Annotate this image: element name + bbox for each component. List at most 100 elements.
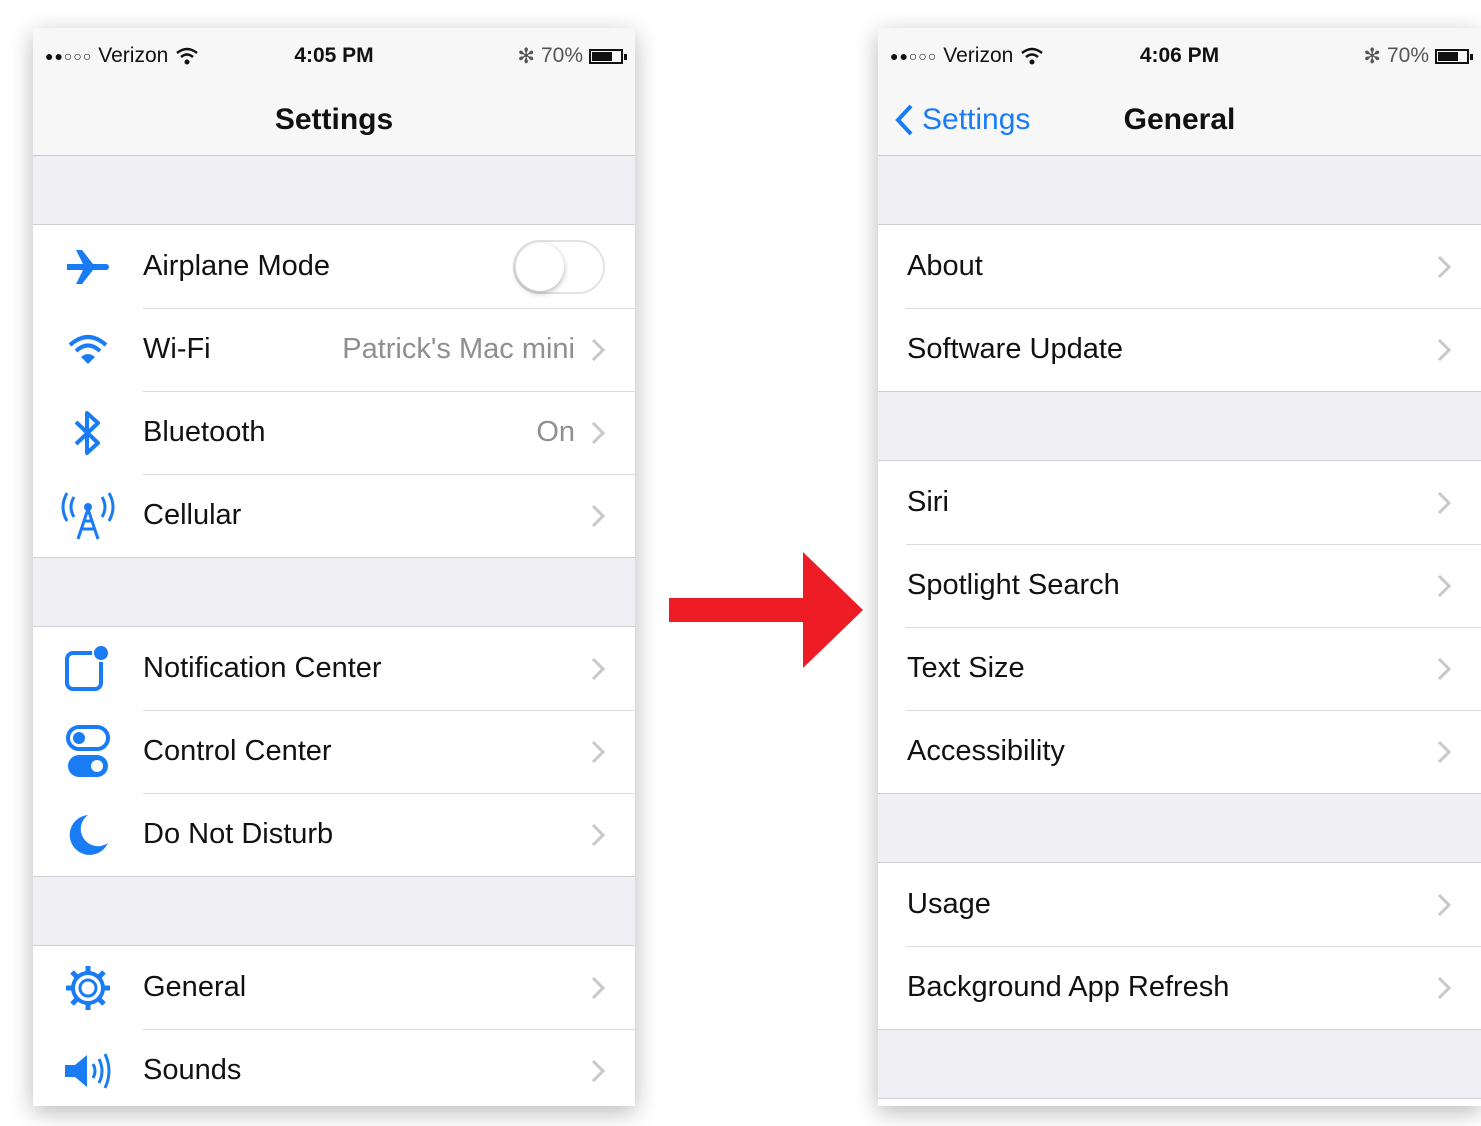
row-spotlight-search[interactable]: Spotlight Search — [878, 544, 1481, 627]
status-carrier-group: ●●○○○ Verizon — [45, 44, 200, 68]
status-bar: ●●○○○ Verizon 4:06 PM ✻ 70% — [878, 28, 1481, 84]
chevron-right-icon — [1437, 255, 1477, 279]
section-gap — [878, 156, 1481, 224]
row-do-not-disturb[interactable]: Do Not Disturb — [33, 793, 635, 876]
row-siri[interactable]: Siri — [878, 461, 1481, 544]
nav-bar: Settings — [33, 84, 635, 156]
row-software-update[interactable]: Software Update — [878, 308, 1481, 391]
row-label: Wi-Fi — [143, 333, 211, 365]
gear-icon — [33, 946, 143, 1029]
airplane-icon — [33, 225, 143, 308]
row-value: Patrick's Mac mini — [342, 333, 575, 365]
chevron-right-icon — [591, 1059, 631, 1083]
row-about[interactable]: About — [878, 225, 1481, 308]
toggle-knob — [516, 242, 564, 291]
row-label: Notification Center — [143, 652, 382, 684]
general-group-1: About Software Update — [878, 224, 1481, 392]
settings-group-connectivity: Airplane Mode Wi-Fi Patrick's Mac mini B… — [33, 224, 635, 558]
chevron-right-icon — [591, 421, 631, 445]
status-time: 4:05 PM — [294, 44, 374, 67]
chevron-right-icon — [591, 338, 631, 362]
chevron-right-icon — [1437, 893, 1477, 917]
row-cellular[interactable]: Cellular — [33, 474, 635, 557]
general-group-4-partial — [878, 1098, 1481, 1106]
general-group-3: Usage Background App Refresh — [878, 862, 1481, 1030]
row-general[interactable]: General — [33, 946, 635, 1029]
row-airplane-mode[interactable]: Airplane Mode — [33, 225, 635, 308]
chevron-right-icon — [1437, 976, 1477, 1000]
battery-icon — [1435, 48, 1473, 64]
wifi-icon — [33, 308, 143, 391]
chevron-right-icon — [1437, 574, 1477, 598]
battery-fill — [592, 51, 612, 61]
battery-icon — [589, 48, 627, 64]
wifi-status-icon — [1021, 47, 1044, 65]
nav-bar: Settings General — [878, 84, 1481, 156]
row-label: Do Not Disturb — [143, 818, 334, 850]
row-label: About — [907, 250, 983, 282]
row-label: Control Center — [143, 735, 332, 767]
chevron-right-icon — [591, 823, 631, 847]
page-title: General — [1123, 102, 1236, 136]
section-gap — [878, 392, 1481, 460]
airplane-mode-toggle[interactable] — [513, 239, 605, 294]
row-notification-center[interactable]: Notification Center — [33, 627, 635, 710]
back-button[interactable]: Settings — [894, 84, 1030, 156]
row-label: Siri — [907, 486, 949, 518]
speaker-icon — [33, 1029, 143, 1106]
row-sounds[interactable]: Sounds — [33, 1029, 635, 1106]
status-time: 4:06 PM — [1139, 44, 1220, 67]
row-bluetooth[interactable]: Bluetooth On — [33, 391, 635, 474]
chevron-right-icon — [591, 740, 631, 764]
section-gap — [33, 877, 635, 945]
carrier-name: Verizon — [943, 44, 1014, 67]
status-right-group: ✻ 70% — [1363, 44, 1473, 69]
settings-group-centers: Notification Center Control Center Do No… — [33, 626, 635, 877]
row-label: Usage — [907, 888, 991, 920]
navigation-arrow-icon — [665, 548, 865, 672]
bluetooth-status-icon: ✻ — [1363, 44, 1381, 68]
row-label: Bluetooth — [143, 416, 266, 448]
row-label: Software Update — [907, 333, 1124, 365]
row-value: On — [536, 416, 575, 448]
chevron-right-icon — [1437, 491, 1477, 515]
row-label: Background App Refresh — [907, 971, 1230, 1003]
chevron-right-icon — [1437, 338, 1477, 362]
row-background-app-refresh[interactable]: Background App Refresh — [878, 946, 1481, 1029]
chevron-right-icon — [591, 976, 631, 1000]
carrier-name: Verizon — [98, 44, 169, 67]
chevron-right-icon — [591, 504, 631, 528]
row-control-center[interactable]: Control Center — [33, 710, 635, 793]
chevron-right-icon — [1437, 657, 1477, 681]
row-label: Text Size — [907, 652, 1025, 684]
back-button-label: Settings — [922, 103, 1031, 136]
moon-icon — [33, 793, 143, 876]
cellular-icon — [33, 474, 143, 557]
row-wifi[interactable]: Wi-Fi Patrick's Mac mini — [33, 308, 635, 391]
control-center-icon — [33, 710, 143, 793]
section-gap — [33, 156, 635, 224]
settings-screen: ●●○○○ Verizon 4:05 PM ✻ 70% Settings Air… — [33, 28, 635, 1106]
bluetooth-status-icon: ✻ — [517, 44, 535, 68]
chevron-left-icon — [895, 104, 913, 136]
row-label: General — [143, 971, 247, 1003]
row-label: Airplane Mode — [143, 250, 330, 282]
row-label: Sounds — [143, 1054, 242, 1086]
battery-percent: 70% — [540, 44, 583, 67]
notification-center-icon — [33, 627, 143, 710]
settings-group-general: General Sounds — [33, 945, 635, 1106]
section-gap — [33, 558, 635, 626]
section-gap — [878, 1030, 1481, 1098]
wifi-status-icon — [176, 47, 199, 65]
general-screen: ●●○○○ Verizon 4:06 PM ✻ 70% Settings Gen… — [878, 28, 1481, 1106]
battery-percent: 70% — [1386, 44, 1429, 67]
row-usage[interactable]: Usage — [878, 863, 1481, 946]
page-title: Settings — [274, 102, 394, 136]
row-accessibility[interactable]: Accessibility — [878, 710, 1481, 793]
battery-fill — [1438, 51, 1458, 61]
signal-dots-icon: ●●○○○ — [890, 48, 938, 64]
row-text-size[interactable]: Text Size — [878, 627, 1481, 710]
general-group-2: Siri Spotlight Search Text Size Accessib… — [878, 460, 1481, 794]
status-right-group: ✻ 70% — [517, 44, 627, 69]
row-label: Cellular — [143, 499, 242, 531]
